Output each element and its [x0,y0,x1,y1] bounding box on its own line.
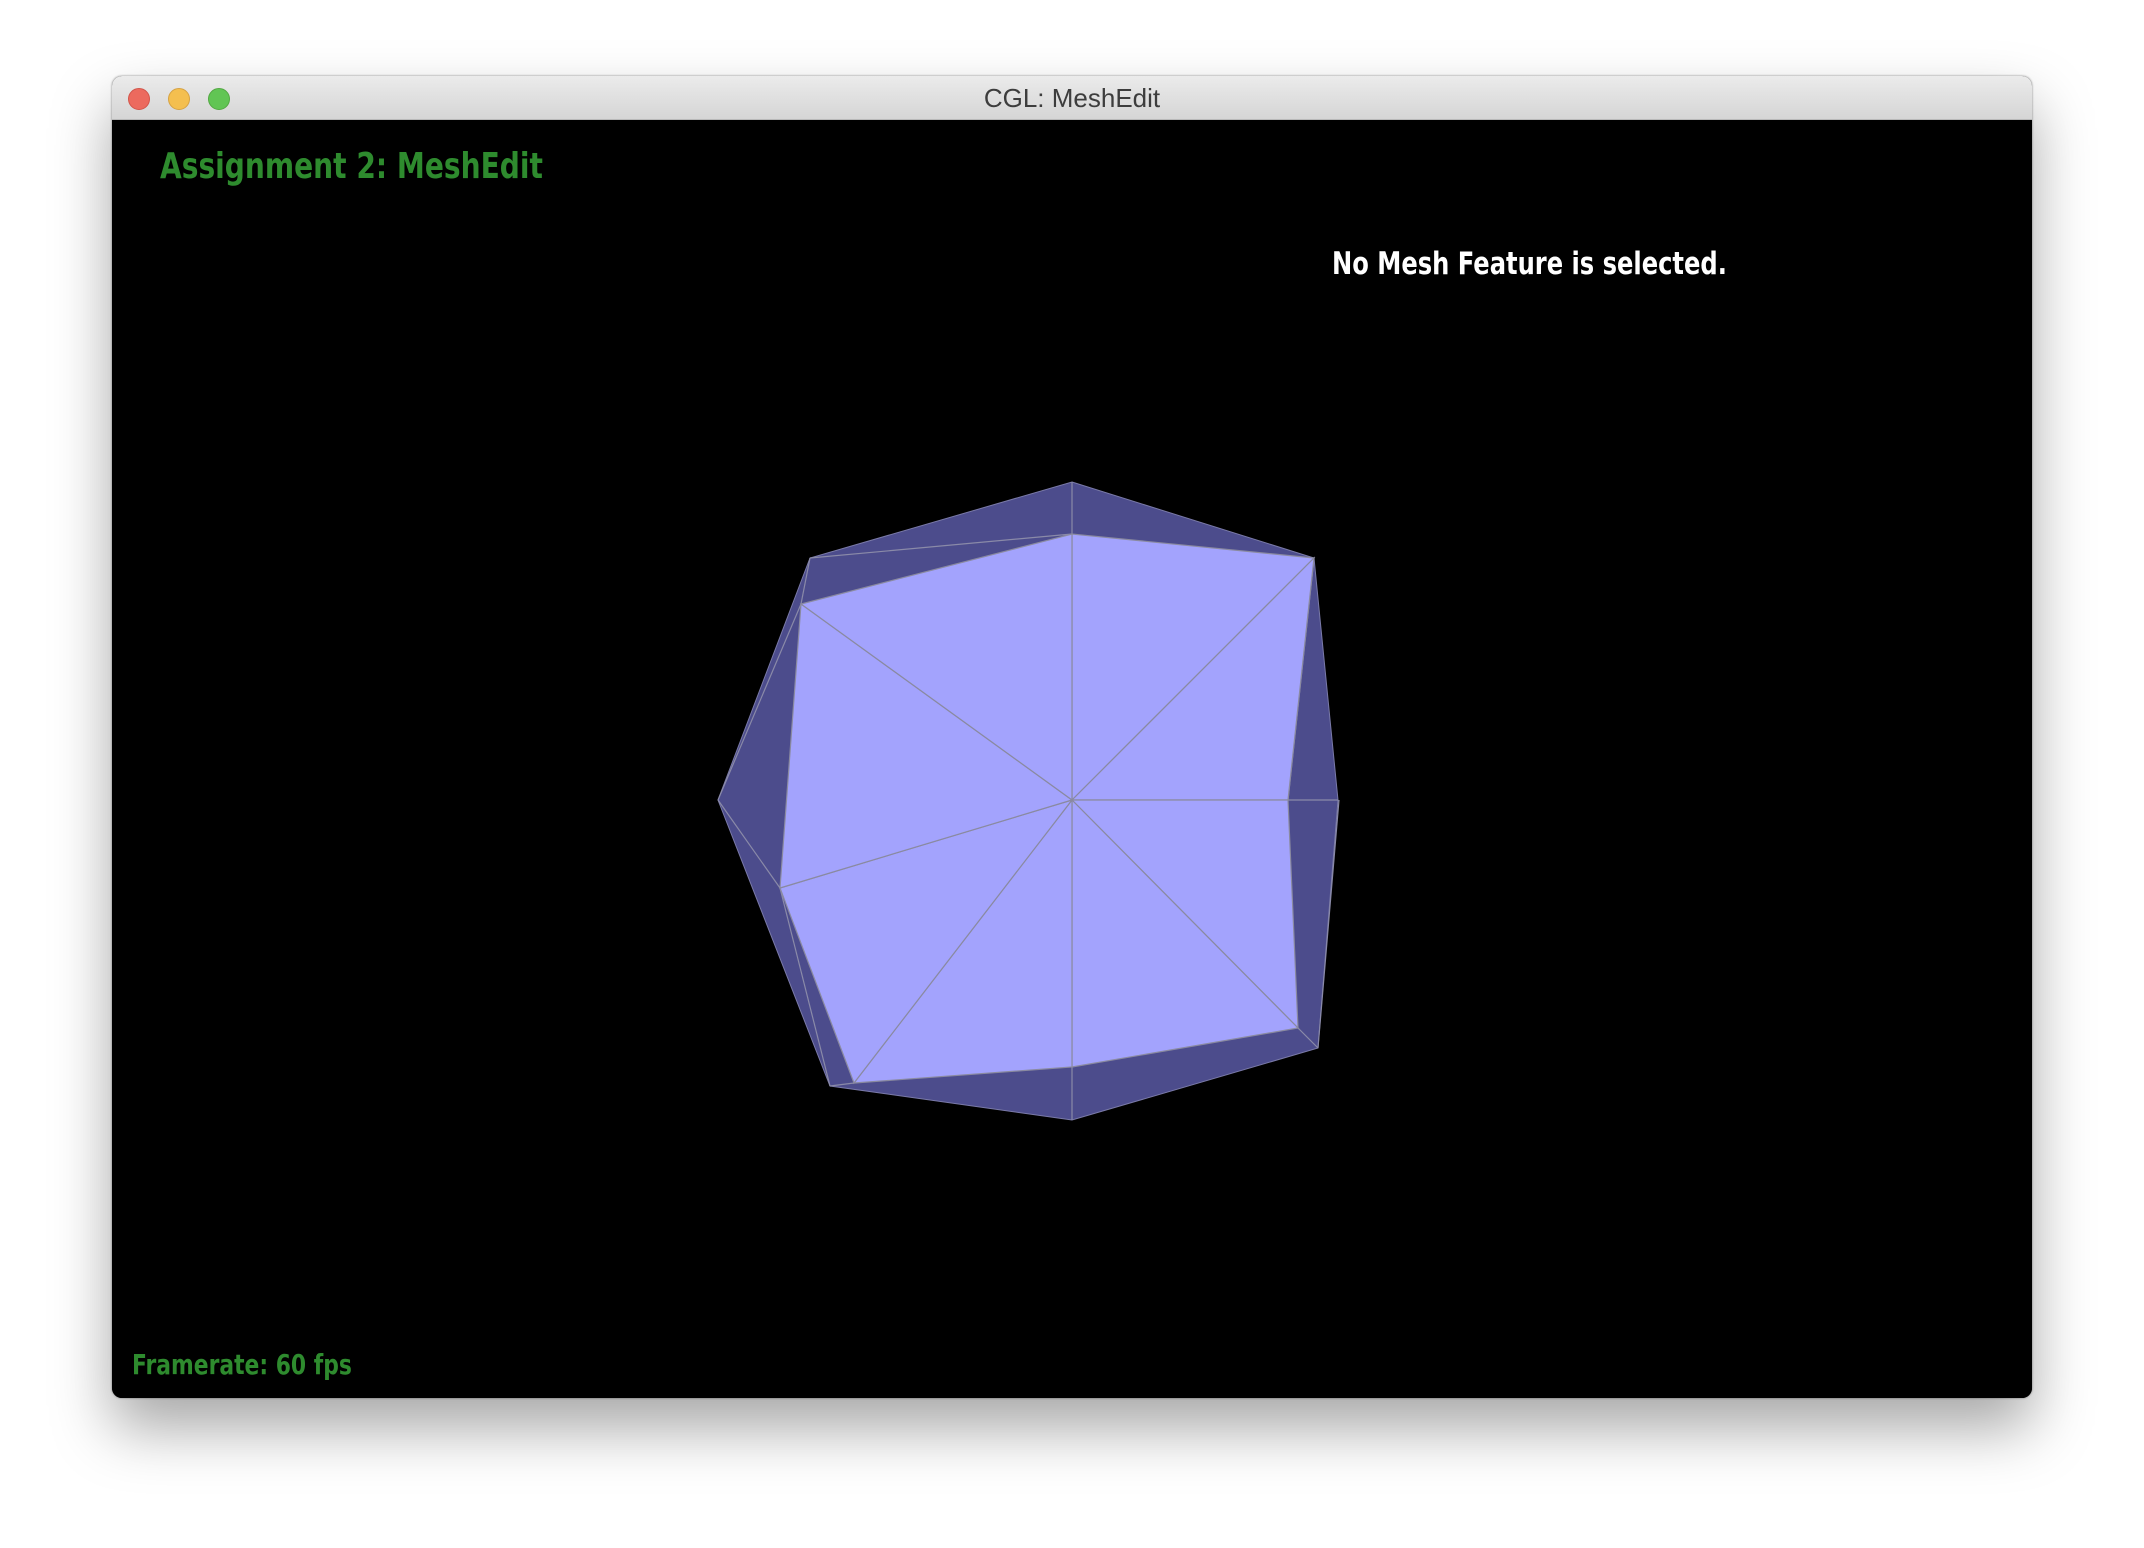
selection-status: No Mesh Feature is selected. [1332,246,1727,282]
title-bar[interactable]: CGL: MeshEdit [112,76,2032,120]
mesh-front-faces [779,533,1316,1085]
window-title: CGL: MeshEdit [983,83,1161,113]
assignment-title: Assignment 2: MeshEdit [160,146,543,187]
app-window: CGL: MeshEdit Assignment 2: MeshEdit No … [112,76,2032,1398]
framerate-readout: Framerate: 60 fps [132,1348,352,1381]
mesh-viewport[interactable]: Assignment 2: MeshEdit No Mesh Feature i… [112,120,2032,1398]
mesh-canvas[interactable] [112,120,2032,1398]
